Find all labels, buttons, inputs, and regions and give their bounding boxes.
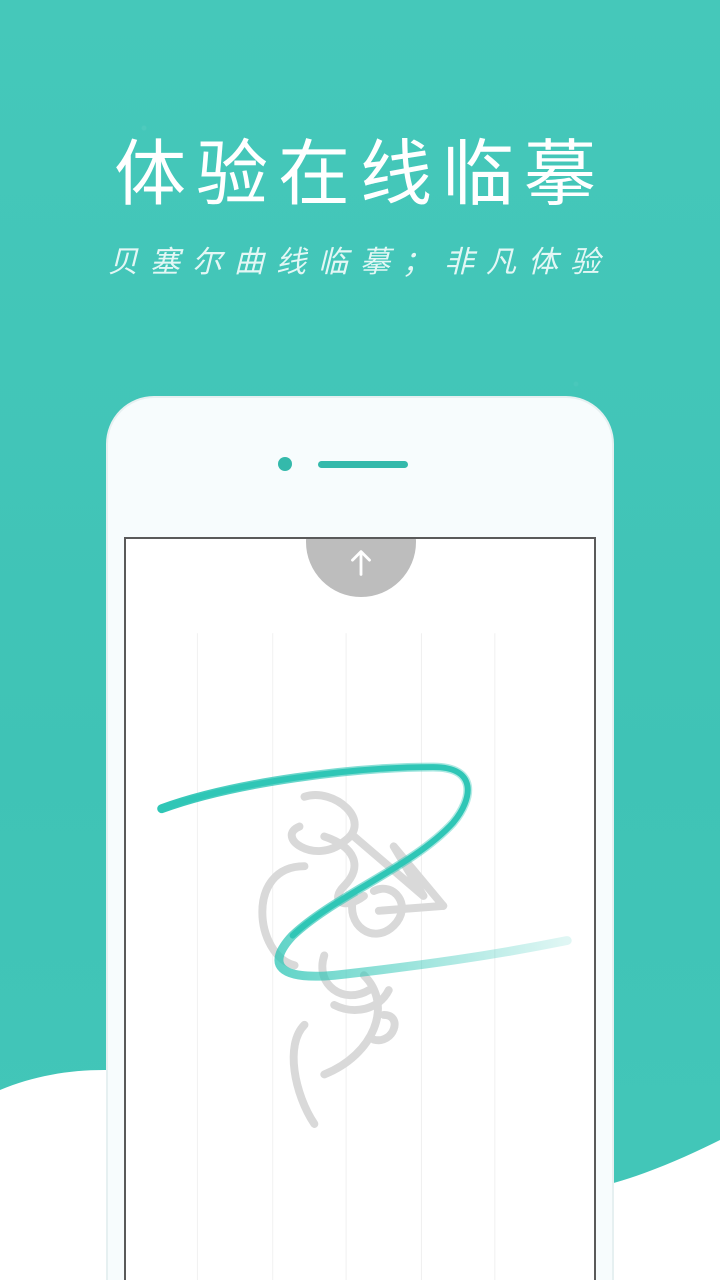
- page-subtitle: 贝塞尔曲线临摹；非凡体验: [108, 245, 612, 280]
- bezier-stroke: [157, 762, 572, 981]
- speaker: [318, 461, 408, 468]
- camera: [278, 457, 292, 471]
- page-title: 体验在线临摹: [113, 132, 606, 216]
- drawing-screen[interactable]: [124, 537, 596, 1280]
- arrow-up-icon: [351, 550, 371, 576]
